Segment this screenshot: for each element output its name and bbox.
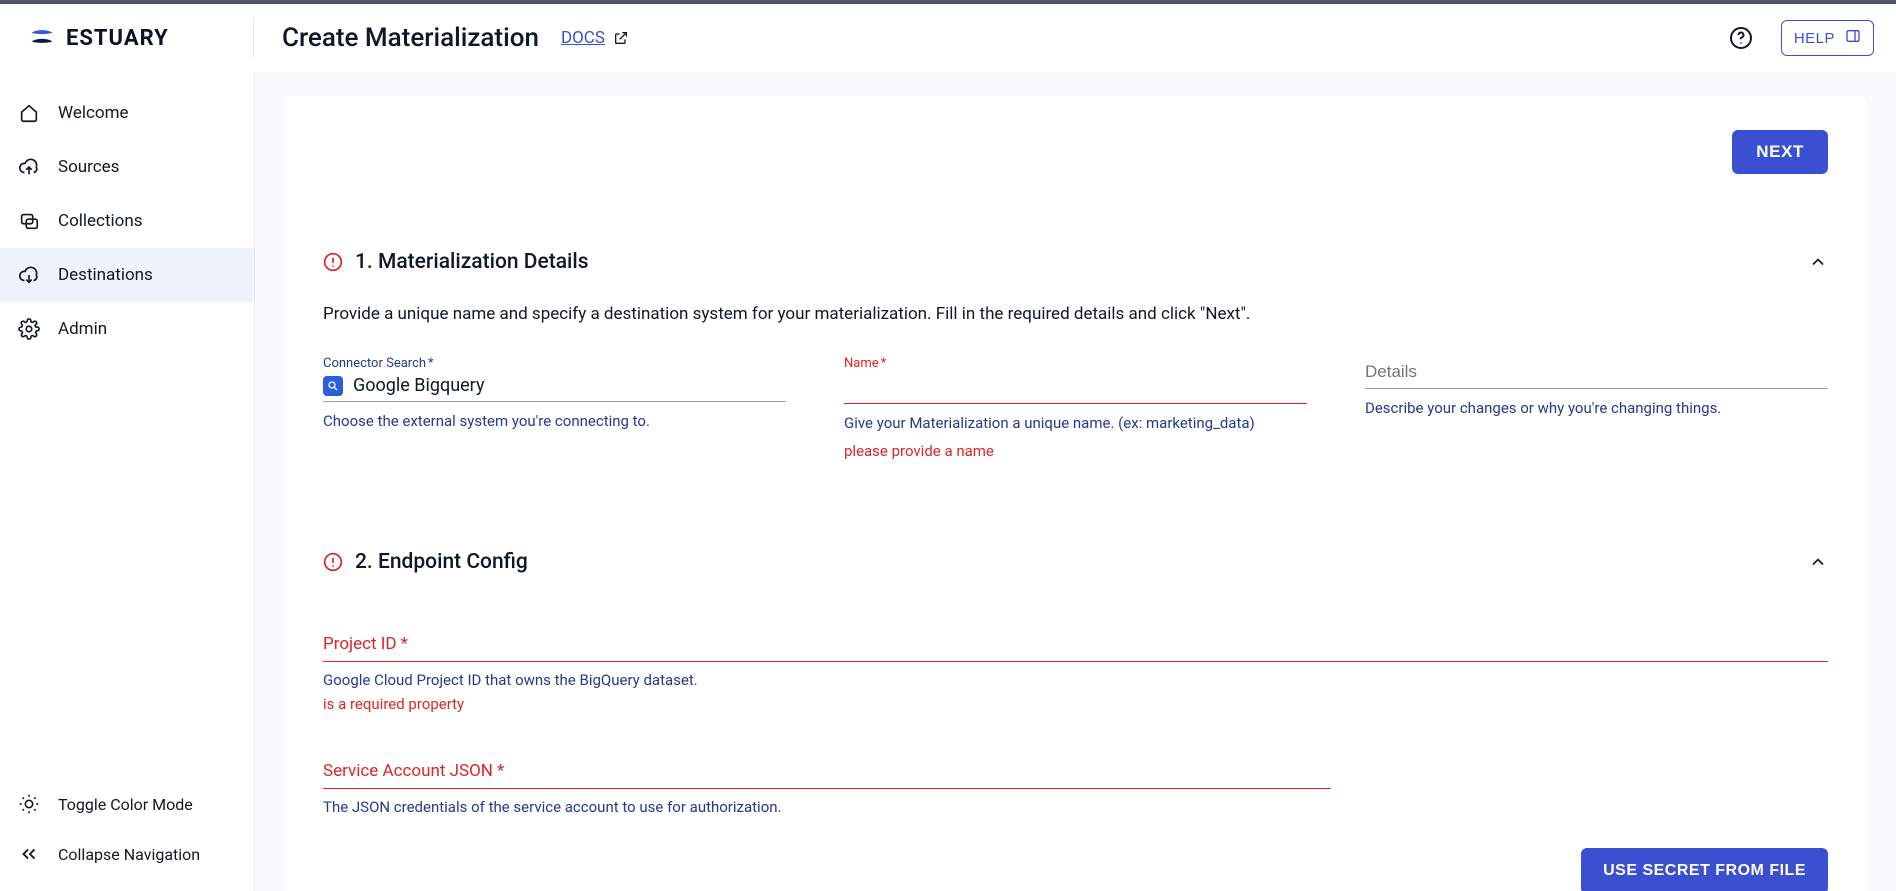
project-id-input[interactable]	[323, 660, 1828, 662]
name-field: Name* Give your Materialization a unique…	[844, 356, 1307, 460]
toggle-color-mode[interactable]: Toggle Color Mode	[0, 779, 254, 829]
page-title: Create Materialization	[282, 23, 539, 53]
details-field: Describe your changes or why you're chan…	[1365, 356, 1828, 460]
collapse-label: Collapse Navigation	[58, 845, 200, 864]
use-secret-label: USE SECRET FROM FILE	[1603, 862, 1806, 879]
chevron-up-icon[interactable]	[1808, 252, 1828, 272]
connector-label: Connector Search*	[323, 356, 786, 371]
section-1-description: Provide a unique name and specify a dest…	[323, 304, 1828, 324]
service-account-input[interactable]	[323, 787, 1331, 789]
section-2-header: 2. Endpoint Config	[323, 550, 1828, 574]
chevron-up-icon[interactable]	[1808, 552, 1828, 572]
help-button[interactable]: HELP	[1781, 20, 1874, 56]
sidebar-item-collections[interactable]: Collections	[0, 194, 254, 248]
sidebar-item-admin[interactable]: Admin	[0, 302, 254, 356]
help-button-label: HELP	[1794, 30, 1835, 47]
section-1-title: 1. Materialization Details	[355, 250, 1796, 274]
sidebar-item-destinations[interactable]: Destinations	[0, 248, 254, 302]
gear-icon	[18, 318, 40, 340]
project-id-error: is a required property	[323, 695, 1828, 713]
estuary-logo-icon	[28, 24, 56, 52]
sidebar-item-label: Admin	[58, 319, 107, 339]
name-input[interactable]	[844, 371, 1307, 404]
connector-field: Connector Search* Google Bigquery Choose…	[323, 356, 786, 460]
help-circle-icon[interactable]	[1729, 26, 1753, 50]
sidebar-item-sources[interactable]: Sources	[0, 140, 254, 194]
details-field-row: Connector Search* Google Bigquery Choose…	[323, 356, 1828, 460]
details-input[interactable]	[1365, 356, 1828, 389]
docs-link-label: DOCS	[561, 28, 605, 48]
sidebar-item-label: Sources	[58, 157, 119, 177]
next-button-label: NEXT	[1756, 142, 1804, 161]
details-hint: Describe your changes or why you're chan…	[1365, 399, 1828, 417]
project-id-label: Project ID*	[323, 634, 1828, 660]
logo[interactable]: ESTUARY	[28, 24, 253, 52]
cloud-down-icon	[18, 264, 40, 286]
cloud-up-icon	[18, 156, 40, 178]
chevrons-left-icon	[18, 843, 40, 865]
sidebar-item-label: Collections	[58, 211, 143, 231]
sidebar-item-label: Destinations	[58, 265, 153, 285]
divider	[253, 18, 254, 58]
error-circle-icon	[323, 552, 343, 572]
external-link-icon	[613, 30, 629, 46]
use-secret-button[interactable]: USE SECRET FROM FILE	[1581, 848, 1828, 891]
database-icon	[18, 210, 40, 232]
form-card: NEXT 1. Materialization Details Provide …	[285, 96, 1866, 891]
collapse-navigation[interactable]: Collapse Navigation	[0, 829, 254, 879]
section-2-title: 2. Endpoint Config	[355, 550, 1796, 574]
connector-value: Google Bigquery	[353, 375, 484, 396]
sidebar: Welcome Sources Collections Destinations…	[0, 72, 255, 891]
sidebar-item-welcome[interactable]: Welcome	[0, 86, 254, 140]
connector-hint: Choose the external system you're connec…	[323, 412, 786, 430]
home-icon	[18, 102, 40, 124]
project-id-hint: Google Cloud Project ID that owns the Bi…	[323, 671, 1828, 689]
docs-link[interactable]: DOCS	[561, 28, 629, 48]
section-1-header: 1. Materialization Details	[323, 250, 1828, 274]
sun-icon	[18, 793, 40, 815]
connector-input[interactable]: Google Bigquery	[323, 371, 786, 402]
bigquery-icon	[323, 376, 343, 396]
next-button[interactable]: NEXT	[1732, 130, 1828, 174]
main: NEXT 1. Materialization Details Provide …	[255, 72, 1896, 891]
panel-icon	[1845, 28, 1861, 48]
name-label: Name*	[844, 356, 1307, 371]
project-id-field: Project ID* Google Cloud Project ID that…	[323, 634, 1828, 713]
topbar: ESTUARY Create Materialization DOCS HELP	[0, 0, 1896, 72]
sidebar-item-label: Welcome	[58, 103, 129, 123]
error-circle-icon	[323, 252, 343, 272]
name-hint: Give your Materialization a unique name.…	[844, 414, 1307, 432]
name-error: please provide a name	[844, 442, 1307, 460]
service-account-field: Service Account JSON* The JSON credentia…	[323, 761, 1828, 816]
brand-name: ESTUARY	[66, 26, 169, 51]
service-account-hint: The JSON credentials of the service acco…	[323, 798, 1828, 816]
toggle-color-label: Toggle Color Mode	[58, 795, 193, 814]
service-account-label: Service Account JSON*	[323, 761, 1828, 787]
